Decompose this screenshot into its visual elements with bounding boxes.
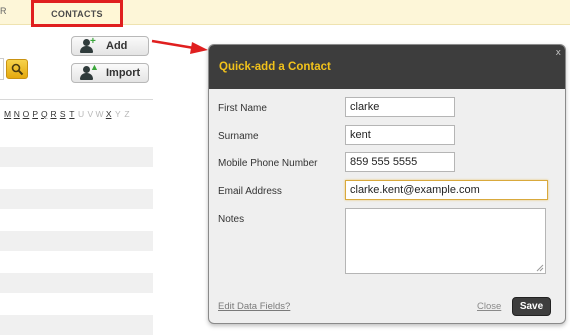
callout-arrow-icon <box>151 39 208 54</box>
mobile-label: Mobile Phone Number <box>218 158 318 169</box>
first-name-field[interactable] <box>345 97 455 117</box>
list-item[interactable] <box>0 315 153 335</box>
alphabet-letter-w: W <box>95 109 104 119</box>
close-icon[interactable]: x <box>556 48 561 58</box>
save-button[interactable]: Save <box>512 297 551 316</box>
dialog-header: Quick-add a Contact x <box>209 45 565 89</box>
add-button-label: Add <box>106 40 128 52</box>
alphabet-letter-p[interactable]: P <box>31 109 40 119</box>
email-label: Email Address <box>218 186 282 197</box>
alphabet-letter-z: Z <box>124 109 130 119</box>
close-link[interactable]: Close <box>477 301 501 312</box>
add-contact-button[interactable]: + Add <box>71 36 149 56</box>
quick-add-dialog: Quick-add a Contact x First Name Surname… <box>208 44 566 324</box>
surname-label: Surname <box>218 131 259 142</box>
import-button-label: Import <box>106 67 141 79</box>
alphabet-letter-m[interactable]: M <box>3 109 12 119</box>
search-input[interactable] <box>0 58 4 80</box>
alphabet-letter-o[interactable]: O <box>21 109 30 119</box>
edit-data-fields-link[interactable]: Edit Data Fields? <box>218 301 290 312</box>
alphabet-letter-n[interactable]: N <box>12 109 21 119</box>
search-button[interactable] <box>6 59 28 79</box>
alphabet-letter-s[interactable]: S <box>58 109 67 119</box>
list-item[interactable] <box>0 231 153 251</box>
list-item[interactable] <box>0 189 153 209</box>
nav-tab-partial[interactable]: R <box>0 6 7 16</box>
resize-grip-icon[interactable] <box>536 264 544 272</box>
tab-contacts[interactable]: CONTACTS <box>31 0 123 27</box>
first-name-label: First Name <box>218 103 267 114</box>
alphabet-filter: MNOPQRSTUVWXYZ <box>3 109 132 119</box>
notes-field[interactable] <box>345 208 546 274</box>
import-user-icon: ▲ <box>80 62 99 81</box>
search-icon <box>11 63 23 75</box>
surname-field[interactable] <box>345 125 455 145</box>
dialog-title: Quick-add a Contact <box>219 61 331 73</box>
add-user-icon: + <box>80 36 98 54</box>
notes-label: Notes <box>218 214 245 225</box>
alphabet-letter-q[interactable]: Q <box>40 109 49 119</box>
alphabet-letter-y: Y <box>115 109 121 119</box>
list-item[interactable] <box>0 273 153 293</box>
alphabet-letter-x[interactable]: X <box>104 109 113 119</box>
email-field[interactable] <box>345 180 548 200</box>
import-contacts-button[interactable]: ▲ Import <box>71 62 149 83</box>
alphabet-letter-u: U <box>78 109 85 119</box>
alphabet-letter-r[interactable]: R <box>49 109 58 119</box>
divider <box>0 99 153 100</box>
list-item[interactable] <box>0 147 153 167</box>
alphabet-letter-t[interactable]: T <box>67 109 76 119</box>
mobile-phone-field[interactable] <box>345 152 455 172</box>
alphabet-letter-v: V <box>87 109 94 119</box>
